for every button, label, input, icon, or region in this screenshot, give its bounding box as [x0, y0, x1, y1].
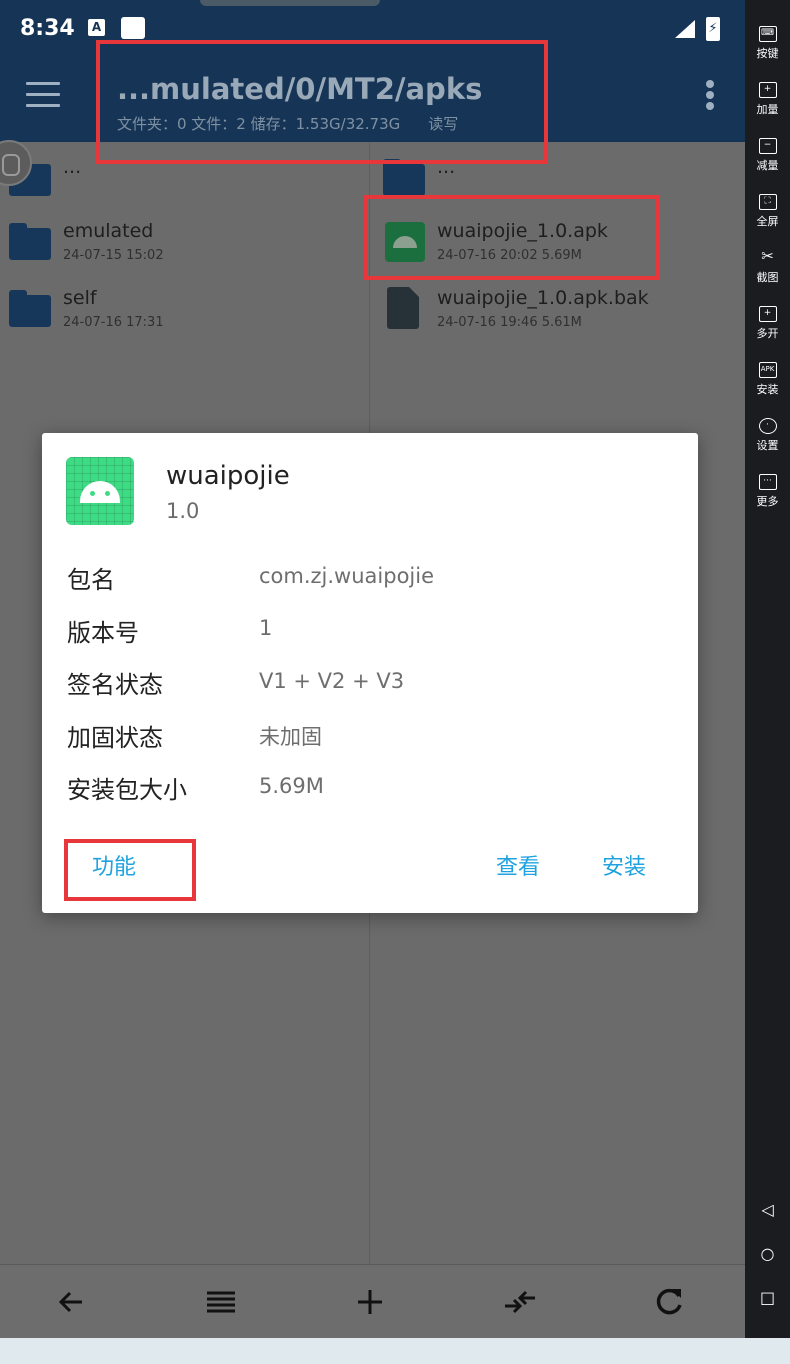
version-code-value: 1 [259, 616, 273, 640]
list-item-emulated[interactable]: emulated 24-07-15 15:02 [0, 208, 369, 274]
nav-recents-icon[interactable]: □ [745, 1288, 790, 1307]
highlight-apk-item [364, 195, 660, 280]
sidepanel-more[interactable]: ··· 更多 [745, 474, 790, 509]
status-notch [200, 0, 380, 6]
sidepanel-fullscreen[interactable]: ⛶ 全屏 [745, 194, 790, 229]
back-arrow-icon[interactable] [54, 1285, 88, 1319]
sidepanel-label: 加量 [756, 103, 779, 116]
dialog-app-name: wuaipojie [166, 461, 290, 491]
screen: 8:34 A ⚡ ...mulated/0/MT2/apks 文件夹：0 文件：… [0, 0, 790, 1364]
dialog-app-version: 1.0 [166, 499, 200, 523]
battery-icon: ⚡ [706, 17, 720, 41]
fullscreen-icon: ⛶ [758, 194, 777, 210]
plus-icon[interactable] [353, 1285, 387, 1319]
refresh-icon[interactable] [652, 1285, 686, 1319]
file-meta: 24-07-15 15:02 [63, 248, 164, 263]
sidepanel-settings[interactable]: · 设置 [745, 418, 790, 453]
sidepanel-label: 减量 [756, 159, 779, 172]
emulator-side-panel: ⌨ 按键 + 加量 − 减量 ⛶ 全屏 ✂ 截图 + 多开 APK 安装 · 设 [745, 10, 790, 1338]
file-name: self [63, 287, 97, 309]
sidepanel-volume-down[interactable]: − 减量 [745, 138, 790, 173]
package-name-value: com.zj.wuaipojie [259, 564, 435, 588]
signal-icon [675, 20, 695, 38]
nav-back-icon[interactable]: ◁ [745, 1200, 790, 1219]
signature-status-label: 签名状态 [67, 671, 163, 699]
list-icon[interactable] [204, 1285, 238, 1319]
version-code-label: 版本号 [67, 619, 139, 647]
highlight-path [96, 40, 548, 164]
sidepanel-label: 更多 [756, 495, 779, 508]
phone-screen: 8:34 A ⚡ ...mulated/0/MT2/apks 文件夹：0 文件：… [0, 0, 745, 1338]
folder-icon [9, 223, 51, 260]
keyboard-icon: ⌨ [758, 26, 777, 42]
volume-up-icon: + [758, 82, 777, 98]
sidepanel-screenshot[interactable]: ✂ 截图 [745, 247, 790, 285]
file-name: wuaipojie_1.0.apk.bak [437, 287, 649, 309]
protection-status-label: 加固状态 [67, 724, 163, 752]
file-name: ... [63, 156, 82, 178]
notification-square-icon [121, 17, 145, 39]
package-size-label: 安装包大小 [67, 776, 187, 804]
package-name-label: 包名 [67, 566, 115, 594]
apk-install-icon: APK [758, 362, 777, 378]
sidepanel-install[interactable]: APK 安装 [745, 362, 790, 397]
multi-instance-icon: + [758, 306, 777, 322]
more-vert-icon[interactable] [706, 80, 716, 112]
protection-status-value: 未加固 [259, 725, 322, 749]
sidepanel-label: 安装 [756, 383, 779, 396]
settings-icon: · [758, 418, 777, 434]
sidepanel-label: 按键 [756, 47, 779, 60]
folder-icon [9, 290, 51, 327]
view-button[interactable]: 查看 [496, 849, 540, 881]
file-name: emulated [63, 220, 154, 242]
sidepanel-label: 全屏 [756, 215, 779, 228]
sidepanel-label: 设置 [756, 439, 779, 452]
folder-icon [383, 159, 425, 196]
sidepanel-label: 多开 [756, 327, 779, 340]
nav-home-icon[interactable]: ○ [745, 1244, 790, 1263]
scissors-icon: ✂ [761, 247, 774, 265]
file-icon [387, 287, 419, 329]
file-meta: 24-07-16 19:46 5.61M [437, 315, 582, 330]
highlight-function-button [64, 839, 196, 901]
list-item-self[interactable]: self 24-07-16 17:31 [0, 275, 369, 341]
sidepanel-multi[interactable]: + 多开 [745, 306, 790, 341]
more-icon: ··· [758, 474, 777, 490]
status-time: 8:34 [20, 16, 75, 41]
volume-down-icon: − [758, 138, 777, 154]
package-size-value: 5.69M [259, 774, 324, 798]
sidepanel-volume-up[interactable]: + 加量 [745, 82, 790, 117]
bottom-toolbar [0, 1264, 745, 1338]
signature-status-value: V1 + V2 + V3 [259, 669, 405, 693]
sidepanel-label: 截图 [756, 271, 779, 284]
list-item-bak[interactable]: wuaipojie_1.0.apk.bak 24-07-16 19:46 5.6… [370, 275, 745, 341]
app-icon [66, 457, 134, 525]
notification-a-icon: A [88, 19, 105, 36]
file-meta: 24-07-16 17:31 [63, 315, 164, 330]
install-button[interactable]: 安装 [602, 849, 646, 881]
hamburger-menu-icon[interactable] [26, 82, 60, 108]
sidepanel-keys[interactable]: ⌨ 按键 [745, 26, 790, 61]
swap-icon[interactable] [503, 1285, 537, 1319]
